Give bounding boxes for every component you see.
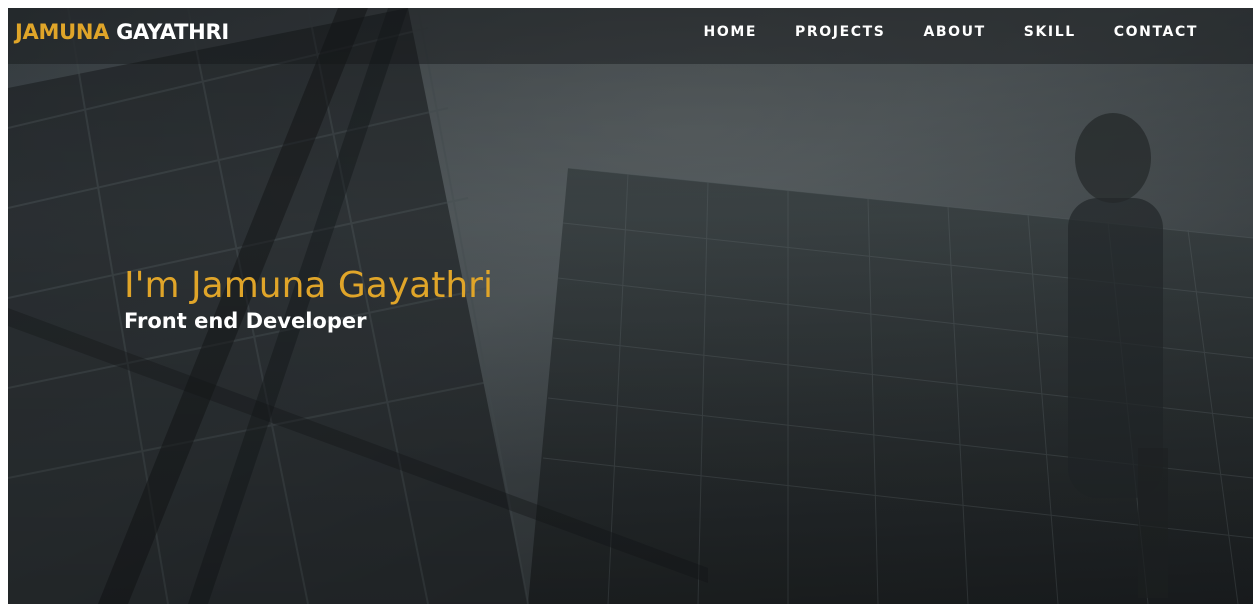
brand-logo[interactable]: JAMUNA GAYATHRI: [15, 20, 229, 44]
nav-link-home[interactable]: HOME: [704, 24, 758, 40]
nav-link-about[interactable]: ABOUT: [923, 24, 985, 40]
navbar: JAMUNA GAYATHRI HOME PROJECTS ABOUT SKIL…: [8, 8, 1253, 64]
nav-menu: HOME PROJECTS ABOUT SKILL CONTACT: [704, 24, 1198, 40]
hero-title: I'm Jamuna Gayathri: [124, 265, 493, 306]
hero-section: JAMUNA GAYATHRI HOME PROJECTS ABOUT SKIL…: [8, 8, 1253, 604]
nav-link-contact[interactable]: CONTACT: [1114, 24, 1198, 40]
brand-first-name: JAMUNA: [15, 20, 110, 44]
brand-last-name: GAYATHRI: [116, 20, 229, 44]
hero-subtitle: Front end Developer: [124, 309, 367, 333]
nav-link-skill[interactable]: SKILL: [1024, 24, 1076, 40]
hero-content: I'm Jamuna Gayathri Front end Developer: [124, 264, 493, 334]
nav-link-projects[interactable]: PROJECTS: [795, 24, 885, 40]
